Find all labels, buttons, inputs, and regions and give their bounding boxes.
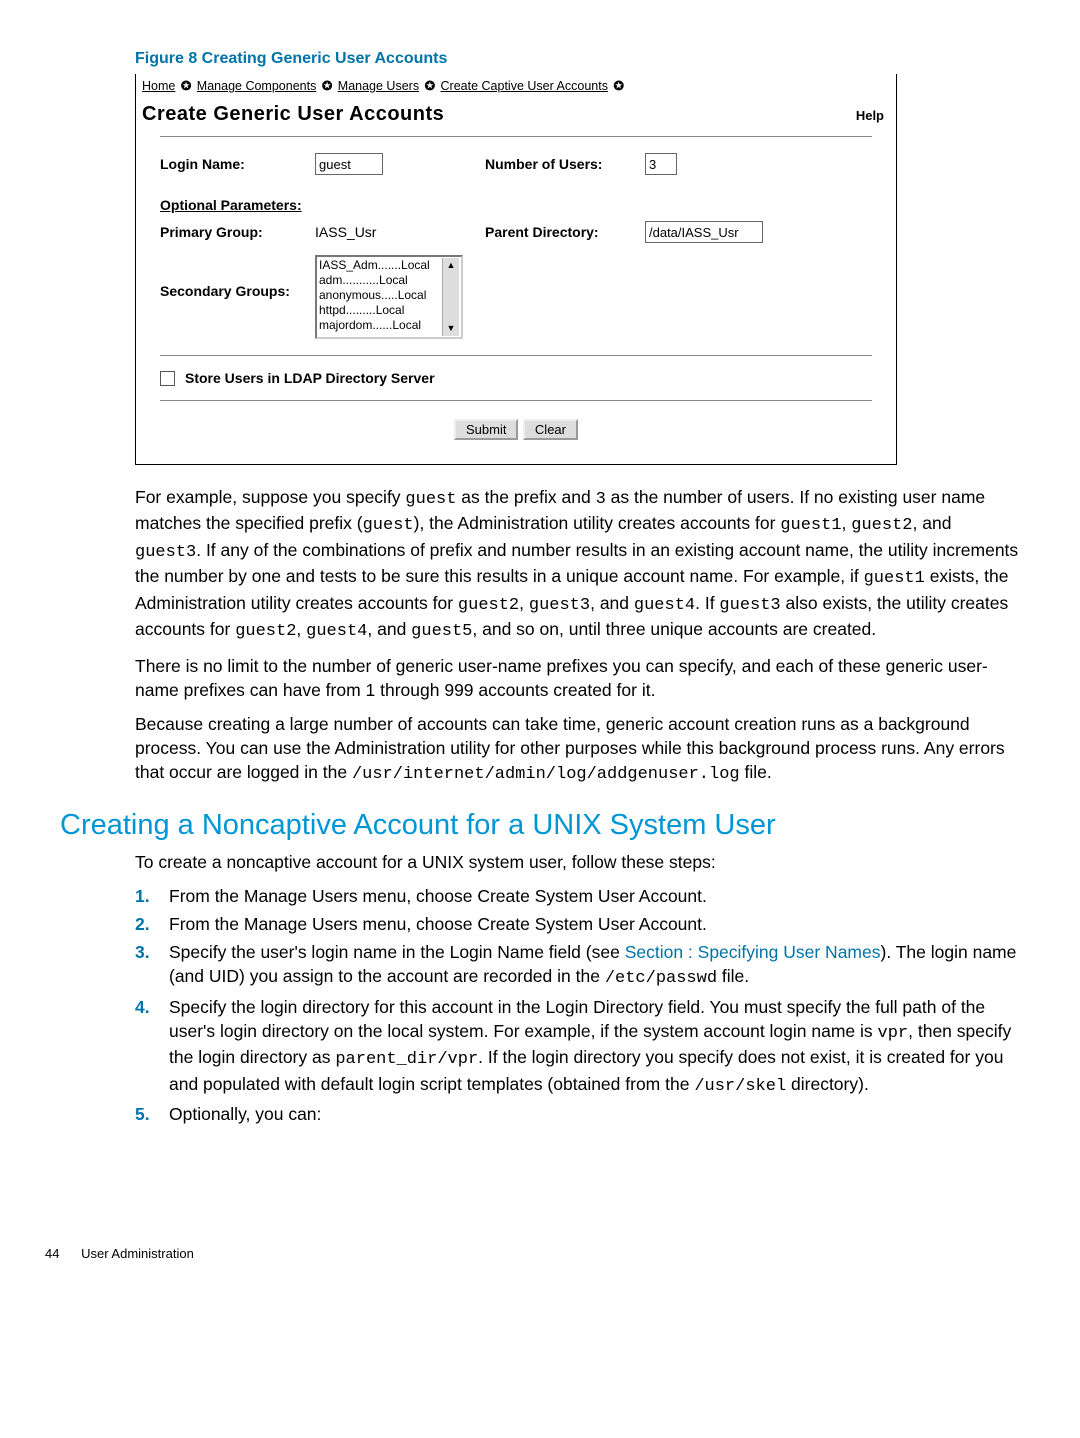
step-1: 1. From the Manage Users menu, choose Cr… [135, 884, 1020, 908]
scroll-up-icon[interactable]: ▲ [447, 258, 456, 273]
ldap-checkbox[interactable] [160, 371, 175, 386]
step-number: 4. [135, 995, 169, 1099]
bc-sep-icon: ✪ [425, 79, 435, 93]
step-3: 3. Specify the user's login name in the … [135, 940, 1020, 991]
section-link[interactable]: Section : Specifying User Names [625, 942, 881, 962]
separator [160, 355, 872, 356]
scroll-down-icon[interactable]: ▼ [447, 321, 456, 336]
steps-list: 1. From the Manage Users menu, choose Cr… [135, 884, 1020, 1127]
bc-sep-icon: ✪ [613, 79, 623, 93]
bc-manage-users[interactable]: Manage Users [338, 79, 419, 93]
page-number: 44 [45, 1246, 59, 1261]
screenshot-panel: Home ✪ Manage Components ✪ Manage Users … [135, 74, 897, 465]
paragraph-example: For example, suppose you specify guest a… [135, 485, 1020, 644]
step-number: 2. [135, 912, 169, 936]
page-footer: 44 User Administration [45, 1246, 1020, 1261]
step-number: 1. [135, 884, 169, 908]
step-2: 2. From the Manage Users menu, choose Cr… [135, 912, 1020, 936]
bc-sep-icon: ✪ [181, 79, 191, 93]
help-link[interactable]: Help [856, 108, 884, 123]
footer-section: User Administration [81, 1246, 194, 1261]
listbox-items[interactable]: IASS_Adm.......Local adm...........Local… [319, 258, 442, 336]
bc-create-captive[interactable]: Create Captive User Accounts [441, 79, 608, 93]
submit-button[interactable]: Submit [454, 419, 518, 440]
paragraph-limit: There is no limit to the number of gener… [135, 654, 1020, 702]
optional-params-header: Optional Parameters: [160, 197, 872, 213]
primary-group-value: IASS_Usr [315, 224, 485, 240]
listbox-scrollbar[interactable]: ▲ ▼ [442, 258, 459, 336]
secondary-groups-listbox[interactable]: IASS_Adm.......Local adm...........Local… [315, 255, 463, 339]
parent-dir-label: Parent Directory: [485, 224, 645, 240]
figure-caption: Figure 8 Creating Generic User Accounts [135, 50, 1020, 68]
panel-title: Create Generic User Accounts [142, 103, 444, 126]
step-number: 3. [135, 940, 169, 991]
breadcrumb: Home ✪ Manage Components ✪ Manage Users … [136, 74, 896, 95]
intro-text: To create a noncaptive account for a UNI… [135, 850, 1020, 874]
bc-home[interactable]: Home [142, 79, 175, 93]
step-4: 4. Specify the login directory for this … [135, 995, 1020, 1099]
login-name-label: Login Name: [160, 156, 315, 172]
clear-button[interactable]: Clear [523, 419, 578, 440]
num-users-input[interactable] [645, 153, 677, 175]
paragraph-background: Because creating a large number of accou… [135, 712, 1020, 787]
section-heading: Creating a Noncaptive Account for a UNIX… [60, 809, 1020, 842]
parent-dir-input[interactable] [645, 221, 763, 243]
num-users-label: Number of Users: [485, 156, 645, 172]
separator [160, 400, 872, 401]
ldap-label: Store Users in LDAP Directory Server [185, 370, 435, 386]
step-5: 5. Optionally, you can: [135, 1102, 1020, 1126]
step-number: 5. [135, 1102, 169, 1126]
bc-sep-icon: ✪ [322, 79, 332, 93]
bc-manage-components[interactable]: Manage Components [197, 79, 317, 93]
login-name-input[interactable] [315, 153, 383, 175]
form-area: Login Name: Number of Users: Optional Pa… [160, 136, 872, 450]
primary-group-label: Primary Group: [160, 224, 315, 240]
secondary-groups-label: Secondary Groups: [160, 255, 315, 299]
